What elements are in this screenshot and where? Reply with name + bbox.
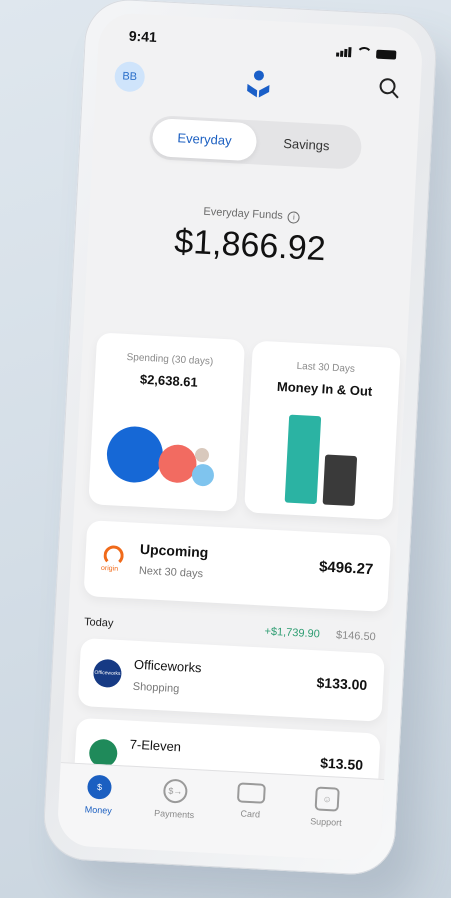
spending-bubble — [105, 425, 165, 484]
merchant-name: Officeworks — [133, 656, 202, 676]
tab-label: Support — [309, 816, 342, 828]
spending-label: Spending (30 days) — [126, 351, 214, 368]
transaction-amount: $133.00 — [316, 674, 368, 693]
money-in-bar — [284, 414, 322, 505]
tab-card[interactable]: Card — [210, 781, 292, 821]
origin-logo-icon — [103, 545, 125, 567]
merchant-name: 7-Eleven — [129, 736, 182, 755]
signal-icon — [336, 41, 353, 58]
tab-money[interactable]: $ Money — [58, 773, 140, 817]
funds-label-text: Everyday Funds — [203, 205, 284, 222]
spending-bubble — [191, 463, 215, 487]
spending-bubble — [194, 447, 210, 463]
tab-payments[interactable]: $→ Payments — [134, 777, 216, 821]
tab-everyday[interactable]: Everyday — [151, 118, 258, 162]
spending-card[interactable]: Spending (30 days) $2,638.61 — [88, 332, 246, 512]
today-label: Today — [83, 616, 114, 630]
money-in-out-card[interactable]: Last 30 Days Money In & Out — [244, 340, 401, 521]
status-time: 9:41 — [128, 27, 158, 46]
upcoming-card[interactable]: origin Upcoming Next 30 days $496.27 — [83, 520, 392, 612]
dollar-icon: $ — [86, 774, 113, 800]
merchant-category: Shopping — [132, 680, 180, 696]
today-in-total: +$1,739.90 — [264, 625, 321, 641]
search-icon[interactable] — [376, 75, 403, 102]
phone-mockup: 9:41 BB Everyday Savings Everyday Funds … — [41, 0, 439, 877]
support-icon: ☺ — [314, 786, 340, 812]
spending-amount: $2,638.61 — [139, 371, 199, 390]
account-toggle: Everyday Savings — [148, 114, 363, 170]
system-icons — [336, 41, 397, 60]
inout-title: Money In & Out — [276, 378, 373, 399]
status-bar: 9:41 — [120, 27, 401, 60]
origin-logo-text: origin — [100, 564, 119, 573]
info-icon[interactable]: i — [287, 211, 301, 224]
payments-icon: $→ — [162, 778, 188, 804]
tab-savings[interactable]: Savings — [253, 123, 359, 166]
app-screen: 9:41 BB Everyday Savings Everyday Funds … — [56, 12, 424, 862]
card-icon — [236, 782, 266, 804]
tab-bar: $ Money $→ Payments Card ☺ Support — [56, 762, 385, 862]
transaction-amount: $13.50 — [319, 754, 364, 773]
inout-label: Last 30 Days — [296, 360, 356, 375]
upcoming-amount: $496.27 — [318, 558, 374, 579]
officeworks-logo-icon: Officeworks — [92, 658, 123, 689]
upcoming-title: Upcoming — [139, 540, 209, 561]
wifi-icon — [356, 46, 373, 59]
transaction-row[interactable]: Officeworks Officeworks Shopping $133.00 — [77, 637, 385, 722]
tab-label: Money — [84, 804, 113, 816]
money-out-bar — [322, 454, 358, 507]
tab-label: Payments — [153, 808, 195, 821]
today-header: Today +$1,739.90 $146.50 — [84, 616, 376, 643]
bank-logo-icon — [247, 70, 270, 98]
avatar[interactable]: BB — [113, 60, 146, 93]
today-out-total: $146.50 — [335, 629, 377, 644]
top-bar: BB — [113, 57, 404, 112]
battery-icon — [375, 49, 397, 60]
tab-label: Card — [240, 808, 261, 820]
tab-support[interactable]: ☺ Support — [286, 785, 368, 829]
upcoming-subtitle: Next 30 days — [138, 564, 204, 581]
